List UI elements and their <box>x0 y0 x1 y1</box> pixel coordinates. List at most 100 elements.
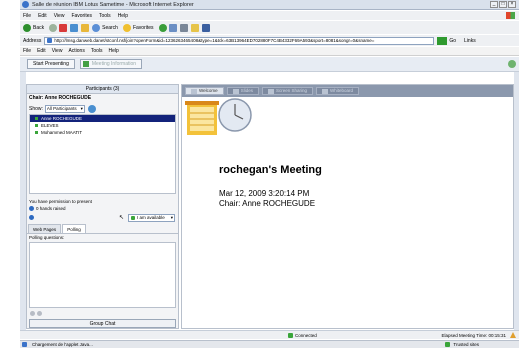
meeting-info-button[interactable]: Meeting Information <box>79 59 143 69</box>
tab-screen-sharing[interactable]: Screen Sharing <box>261 87 313 95</box>
star-icon <box>122 23 131 32</box>
menu-tools[interactable]: Tools <box>99 13 111 19</box>
show-filter-select[interactable]: All Participants ▾ <box>44 104 85 113</box>
menu-help[interactable]: Help <box>118 13 128 19</box>
windows-logo-icon <box>506 12 515 19</box>
participant-row[interactable]: Mohammed MAATIT <box>30 129 175 136</box>
tab-welcome-label: Welcome <box>199 88 218 93</box>
go-button[interactable] <box>437 36 448 45</box>
app-menu-file[interactable]: File <box>23 48 31 54</box>
tab-welcome[interactable]: Welcome <box>185 87 224 95</box>
content-panel: Welcome Slides Screen Sharing Whiteboard… <box>181 84 514 329</box>
tab-slides-label: Slides <box>240 88 253 93</box>
polling-footer <box>27 308 178 318</box>
app-menu-help[interactable]: Help <box>109 48 119 54</box>
meeting-title: rochegan's Meeting <box>219 164 322 176</box>
folder-icon[interactable] <box>190 23 199 32</box>
whiteboard-icon <box>321 88 328 94</box>
menu-view[interactable]: View <box>54 13 65 19</box>
browser-toolbar: Back Search Favorites <box>20 21 519 34</box>
pointer-icon[interactable]: ↖ <box>119 214 124 221</box>
links-label[interactable]: Links <box>464 38 476 44</box>
minimize-button[interactable]: _ <box>490 1 498 8</box>
search-button[interactable]: Search <box>92 23 118 32</box>
tab-whiteboard-label: Whiteboard <box>329 88 353 93</box>
start-presenting-button[interactable]: Start Presenting <box>27 59 75 69</box>
content-tabs: Welcome Slides Screen Sharing Whiteboard <box>182 85 513 97</box>
address-bar: Address http://lmsg.danweb.danet/stconf.… <box>20 35 519 46</box>
back-label: Back <box>33 24 45 31</box>
chevron-down-icon: ▾ <box>80 105 83 111</box>
people-icon[interactable] <box>87 104 96 113</box>
availability-select[interactable]: I am available ▾ <box>128 213 175 222</box>
menu-file[interactable]: File <box>23 13 31 19</box>
connected-icon <box>288 332 293 338</box>
app-menu-actions[interactable]: Actions <box>68 48 84 54</box>
participants-panel: Participants (3) Chair: Anne ROCHEGUDE S… <box>26 84 179 329</box>
status-online-icon <box>35 124 38 127</box>
info-icon <box>82 61 89 67</box>
status-online-icon <box>35 131 38 134</box>
available-icon <box>131 215 135 220</box>
refresh-icon[interactable] <box>70 23 79 32</box>
go-label[interactable]: Go <box>449 38 456 44</box>
history-icon[interactable] <box>158 23 167 32</box>
app-menu-view[interactable]: View <box>52 48 63 54</box>
polling-questions-box[interactable] <box>29 242 176 308</box>
lower-tabs: Web Pages Polling <box>27 224 178 234</box>
participant-row[interactable]: Anne ROCHEGUDE <box>30 115 175 122</box>
app-menu-edit[interactable]: Edit <box>37 48 46 54</box>
mail-icon[interactable] <box>168 23 177 32</box>
welcome-icon <box>191 88 197 94</box>
browser-status-text: Chargement de l'applet Java... <box>32 342 93 347</box>
participant-list: Anne ROCHEGUDE ELEVES Mohammed MAATIT <box>29 114 176 194</box>
raise-hand-icon[interactable] <box>29 215 34 220</box>
show-label: Show: <box>29 105 43 112</box>
menu-favorites[interactable]: Favorites <box>71 13 92 19</box>
status-row: ↖ I am available ▾ <box>27 212 178 223</box>
participant-name: Anne ROCHEGUDE <box>41 116 83 121</box>
stop-icon[interactable] <box>59 23 68 32</box>
tab-slides[interactable]: Slides <box>226 87 259 95</box>
address-url: http://lmsg.danweb.danet/stconf.nsf/join… <box>54 37 375 43</box>
print-icon[interactable] <box>179 23 188 32</box>
back-button[interactable]: Back <box>23 23 45 32</box>
right-edge-strip <box>514 72 519 330</box>
tab-whiteboard[interactable]: Whiteboard <box>315 87 359 95</box>
address-label: Address <box>23 37 42 44</box>
tab-web-pages[interactable]: Web Pages <box>28 224 62 233</box>
app-toolbar: Start Presenting Meeting Information <box>20 57 519 72</box>
poll-edit-icon[interactable] <box>37 310 42 316</box>
favorites-label: Favorites <box>132 24 154 31</box>
page-icon <box>47 38 53 43</box>
meeting-date: Mar 12, 2009 3:20:14 PM <box>219 189 310 198</box>
hands-raised-row: 0 hands raised <box>27 205 178 212</box>
meeting-info-label: Meeting Information <box>91 61 137 67</box>
maximize-button[interactable]: □ <box>499 1 507 8</box>
permission-text: You have permission to present <box>29 199 92 204</box>
browser-menubar: File Edit View Favorites Tools Help <box>20 11 519 20</box>
poll-add-icon[interactable] <box>30 310 35 316</box>
address-input[interactable]: http://lmsg.danweb.danet/stconf.nsf/join… <box>44 36 435 45</box>
tab-polling[interactable]: Polling <box>62 224 86 233</box>
close-button[interactable]: × <box>508 1 516 8</box>
meeting-chair: Chair: Anne ROCHEGUDE <box>219 199 316 208</box>
trusted-sites-icon <box>445 342 451 347</box>
forward-arrow-icon[interactable] <box>49 23 58 32</box>
messenger-icon[interactable] <box>201 23 210 32</box>
participant-row[interactable]: ELEVES <box>30 122 175 129</box>
favorites-button[interactable]: Favorites <box>122 23 154 32</box>
home-icon[interactable] <box>81 23 90 32</box>
loading-icon <box>22 342 27 347</box>
search-label: Search <box>102 24 118 31</box>
desktop-background <box>0 0 20 348</box>
group-chat-button[interactable]: Group Chat <box>29 319 176 328</box>
back-arrow-icon <box>23 23 31 32</box>
security-zone-label: Trusted sites <box>453 342 479 347</box>
warning-icon[interactable] <box>510 332 516 338</box>
menu-edit[interactable]: Edit <box>38 13 47 19</box>
app-menu-tools[interactable]: Tools <box>91 48 103 54</box>
show-filter-value: All Participants <box>46 105 77 111</box>
sync-icon[interactable] <box>508 60 516 68</box>
availability-value: I am available <box>137 214 165 220</box>
